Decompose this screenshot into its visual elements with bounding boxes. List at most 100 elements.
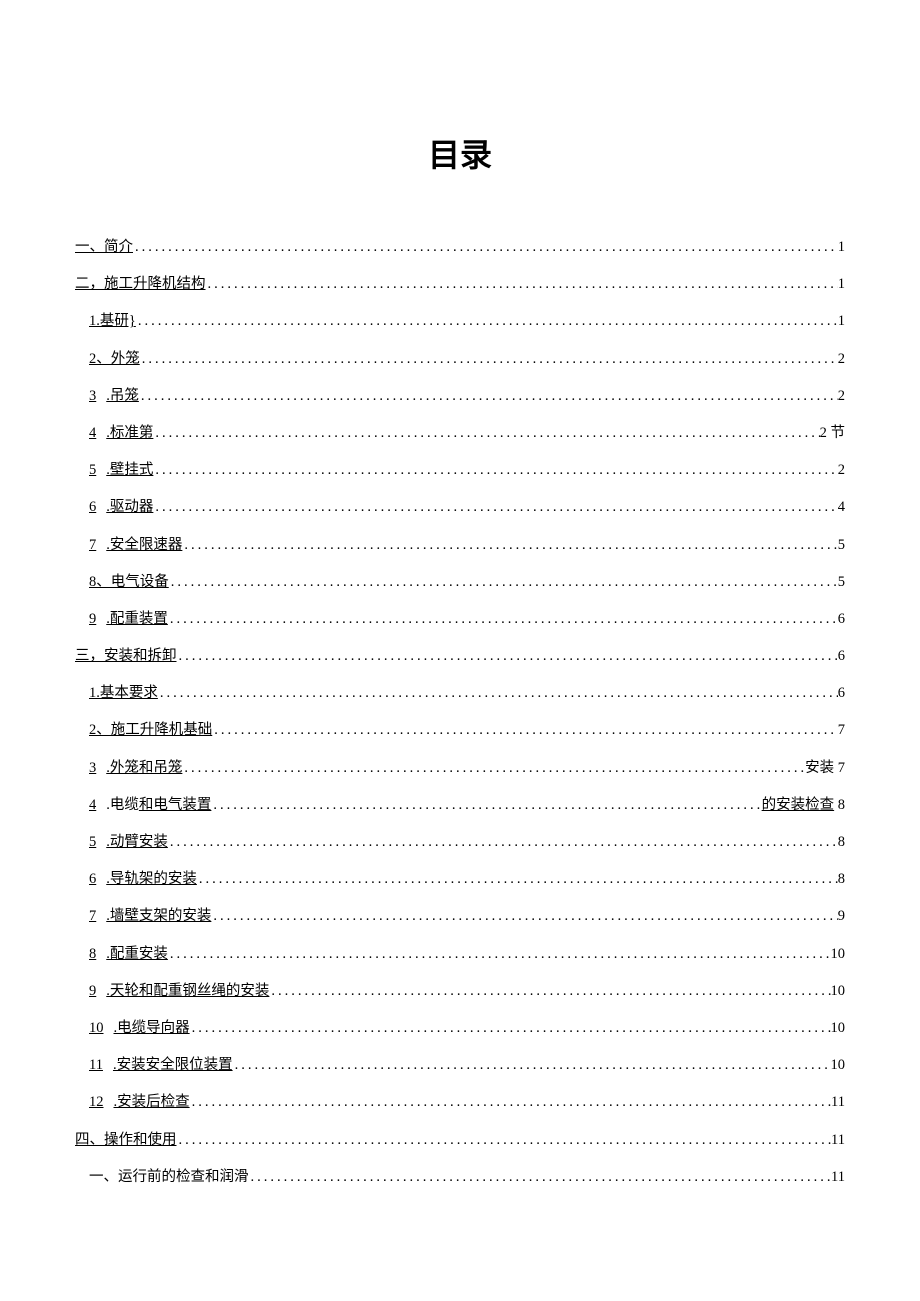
toc-entry-label: 1.基研} (89, 310, 136, 333)
toc-entry-page: 1 (838, 273, 845, 296)
toc-entry-label: .导轨架的安装 (106, 868, 197, 891)
toc-entry[interactable]: 2、外笼 2 (89, 348, 845, 371)
toc-leader-dots (269, 980, 830, 1003)
toc-entry[interactable]: 11 .安装安全限位装置 10 (89, 1054, 845, 1077)
toc-entry[interactable]: 12 .安装后检查 11 (89, 1091, 845, 1114)
toc-entry-label: .吊笼 (106, 385, 139, 408)
toc-leader-dots (190, 1017, 831, 1040)
toc-entry[interactable]: 1.基研}1 (89, 310, 845, 333)
toc-entry-label: .天轮和配重钢丝绳的安装 (106, 980, 269, 1003)
toc-entry-label: .配重安装 (106, 943, 168, 966)
toc-entry[interactable]: 9.配重装置6 (89, 608, 845, 631)
toc-entry[interactable]: 5 .动臂安装 8 (89, 831, 845, 854)
toc-entry-page: 的安装检查 8 (762, 794, 845, 817)
table-of-contents: 一、简介1 二，施工升降机结构 1 1.基研}1 2、外笼 2 3.吊笼2 4 .标准第 2 节 5… (75, 236, 845, 1189)
toc-entry[interactable]: 6 .驱动器 4 (89, 496, 845, 519)
toc-leader-dots (153, 459, 837, 482)
toc-entry-label: 一、运行前的检查和润滑 (89, 1166, 249, 1189)
toc-leader-dots (190, 1091, 831, 1114)
toc-entry[interactable]: 4 .电缆和电气装置 的安装检查 8 (89, 794, 845, 817)
toc-entry[interactable]: 2、施工升降机基础 7 (89, 719, 845, 742)
toc-entry-number: 11 (89, 1054, 103, 1077)
toc-entry-page: 5 (838, 534, 845, 557)
toc-entry-number: 10 (89, 1017, 104, 1040)
toc-entry-label: 1.基本要求 (89, 682, 158, 705)
page-title: 目录 (75, 130, 845, 176)
toc-entry[interactable]: 8.配重安装10 (89, 943, 845, 966)
toc-entry-number: 4 (89, 422, 96, 445)
toc-entry-page: 安装 7 (805, 757, 845, 780)
toc-leader-dots (168, 831, 838, 854)
toc-entry-label-prefix: .电缆 (106, 794, 139, 817)
toc-entry-number: 5 (89, 831, 96, 854)
toc-entry-label: .墙壁支架的安装 (106, 905, 211, 928)
toc-entry-number: 6 (89, 868, 96, 891)
toc-leader-dots (133, 236, 838, 259)
toc-entry-label: .安装安全限位装置 (113, 1054, 233, 1077)
toc-entry-label: .标准第 (106, 422, 153, 445)
toc-entry-page: 7 (838, 719, 845, 742)
toc-entry-number: 6 (89, 496, 96, 519)
toc-entry-page: 10 (831, 1017, 846, 1040)
toc-entry-label: .动臂安装 (106, 831, 168, 854)
toc-entry-number: 7 (89, 534, 96, 557)
toc-entry[interactable]: 一、简介1 (75, 236, 845, 259)
toc-entry[interactable]: 三，安装和拆卸6 (75, 645, 845, 668)
toc-entry-page: 11 (831, 1091, 845, 1114)
toc-entry[interactable]: 7 .墙壁支架的安装 9 (89, 905, 845, 928)
toc-entry-number: 7 (89, 905, 96, 928)
toc-entry[interactable]: 二，施工升降机结构 1 (75, 273, 845, 296)
toc-entry-page: 10 (831, 943, 846, 966)
toc-entry-label: 二，施工升降机结构 (75, 273, 206, 296)
toc-entry-label: .配重装置 (106, 608, 168, 631)
toc-leader-dots (182, 534, 837, 557)
toc-entry-label: 和电气装置 (139, 794, 212, 817)
toc-entry[interactable]: 10.电缆导向器10 (89, 1017, 845, 1040)
toc-entry-page: 5 (838, 571, 845, 594)
toc-entry-label: .安装后检查 (114, 1091, 190, 1114)
toc-entry[interactable]: 3.外笼和吊笼安装 7 (89, 757, 845, 780)
toc-leader-dots (136, 310, 838, 333)
toc-entry-number: 12 (89, 1091, 104, 1114)
toc-entry-page: 8 (838, 831, 845, 854)
toc-entry[interactable]: 3.吊笼2 (89, 385, 845, 408)
toc-entry-page: 11 (831, 1166, 845, 1189)
toc-leader-dots (212, 719, 838, 742)
toc-leader-dots (211, 794, 761, 817)
toc-entry-page: 4 (838, 496, 845, 519)
toc-entry[interactable]: 1.基本要求 6 (89, 682, 845, 705)
toc-entry[interactable]: 9.天轮和配重钢丝绳的安装10 (89, 980, 845, 1003)
toc-entry-label: 2、外笼 (89, 348, 140, 371)
toc-entry[interactable]: 一、运行前的检查和润滑 11 (89, 1166, 845, 1189)
toc-entry-page: 2 (838, 348, 845, 371)
toc-leader-dots (153, 422, 819, 445)
toc-entry-label: 2、施工升降机基础 (89, 719, 212, 742)
toc-entry-page: 2 (838, 459, 845, 482)
toc-entry-label: .驱动器 (106, 496, 153, 519)
toc-entry-number: 9 (89, 608, 96, 631)
toc-entry[interactable]: 6 .导轨架的安装 8 (89, 868, 845, 891)
toc-entry-number: 4 (89, 794, 96, 817)
toc-leader-dots (168, 943, 831, 966)
toc-entry-number: 5 (89, 459, 96, 482)
toc-leader-dots (197, 868, 838, 891)
toc-entry-page: 9 (838, 905, 845, 928)
toc-entry[interactable]: 4 .标准第 2 节 (89, 422, 845, 445)
toc-entry-label: .安全限速器 (106, 534, 182, 557)
toc-entry[interactable]: 四、操作和使用 11 (75, 1129, 845, 1152)
toc-entry-label: .外笼和吊笼 (106, 757, 182, 780)
toc-entry-page: 8 (838, 868, 845, 891)
toc-entry-page: 6 (838, 682, 845, 705)
toc-entry-page: 10 (831, 980, 846, 1003)
toc-leader-dots (158, 682, 838, 705)
toc-leader-dots (168, 608, 838, 631)
toc-entry-page: 11 (831, 1129, 845, 1152)
toc-entry-label: 四、操作和使用 (75, 1129, 177, 1152)
toc-entry-page: 6 (838, 645, 845, 668)
toc-leader-dots (169, 571, 838, 594)
toc-entry-page: 2 节 (820, 422, 845, 445)
toc-entry[interactable]: 5.壁挂式2 (89, 459, 845, 482)
toc-entry[interactable]: 7 .安全限速器 5 (89, 534, 845, 557)
toc-entry-page: 10 (831, 1054, 846, 1077)
toc-entry[interactable]: 8、电气设备5 (89, 571, 845, 594)
